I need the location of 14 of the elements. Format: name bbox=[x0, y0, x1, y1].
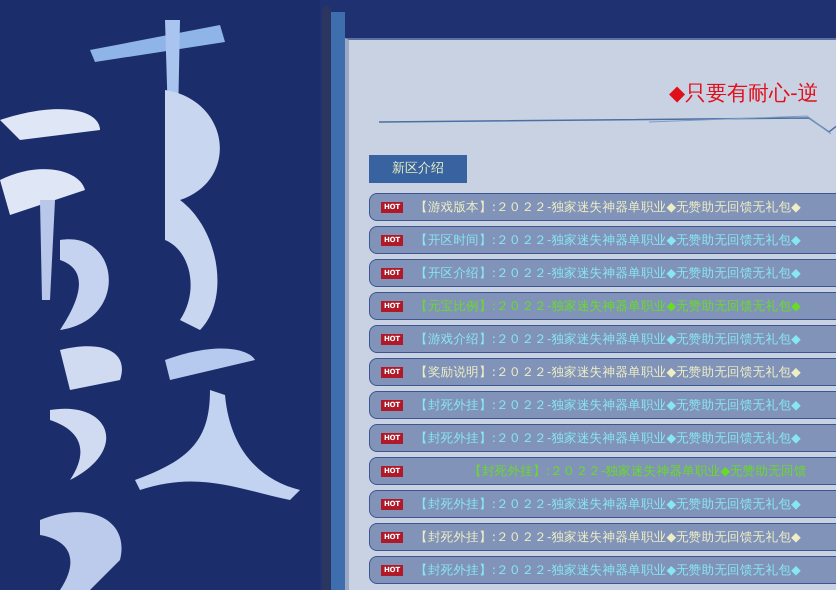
news-text: 【封死外挂】:２０２２-独家迷失神器单职业◆无赞助无回馈 bbox=[468, 462, 807, 480]
news-text: 【奖励说明】:２０２２-独家迷失神器单职业◆无赞助无回馈无礼包◆ bbox=[414, 362, 801, 381]
news-text: 【开区时间】:２０２２-独家迷失神器单职业◆无赞助无回馈无礼包◆ bbox=[414, 230, 801, 249]
news-text: 【元宝比例】:２０２２-独家迷失神器单职业◆无赞助无回馈无礼包◆ bbox=[414, 296, 801, 315]
news-text: 【封死外挂】:２０２２-独家迷失神器单职业◆无赞助无回馈无礼包◆ bbox=[414, 528, 801, 546]
section-tab[interactable]: 新区介绍 bbox=[369, 155, 467, 183]
heading: ◆只要有耐心-逆 bbox=[668, 80, 820, 107]
news-text: 【封死外挂】:２０２２-独家迷失神器单职业◆无赞助无回馈无礼包◆ bbox=[414, 428, 801, 447]
news-text: 【游戏版本】:２０２２-独家迷失神器单职业◆无赞助无回馈无礼包◆ bbox=[414, 198, 801, 216]
news-text: 【封死外挂】:２０２２-独家迷失神器单职业◆无赞助无回馈无礼包◆ bbox=[414, 494, 801, 513]
news-text: 【封死外挂】:２０２２-独家迷失神器单职业◆无赞助无回馈无礼包◆ bbox=[414, 560, 801, 579]
news-text: 【游戏介绍】:２０２２-独家迷失神器单职业◆无赞助无回馈无礼包◆ bbox=[414, 330, 801, 348]
news-text: 【封死外挂】:２０２２-独家迷失神器单职业◆无赞助无回馈无礼包◆ bbox=[414, 396, 801, 414]
news-text: 【开区介绍】:２０２２-独家迷失神器单职业◆无赞助无回馈无礼包◆ bbox=[414, 264, 801, 282]
